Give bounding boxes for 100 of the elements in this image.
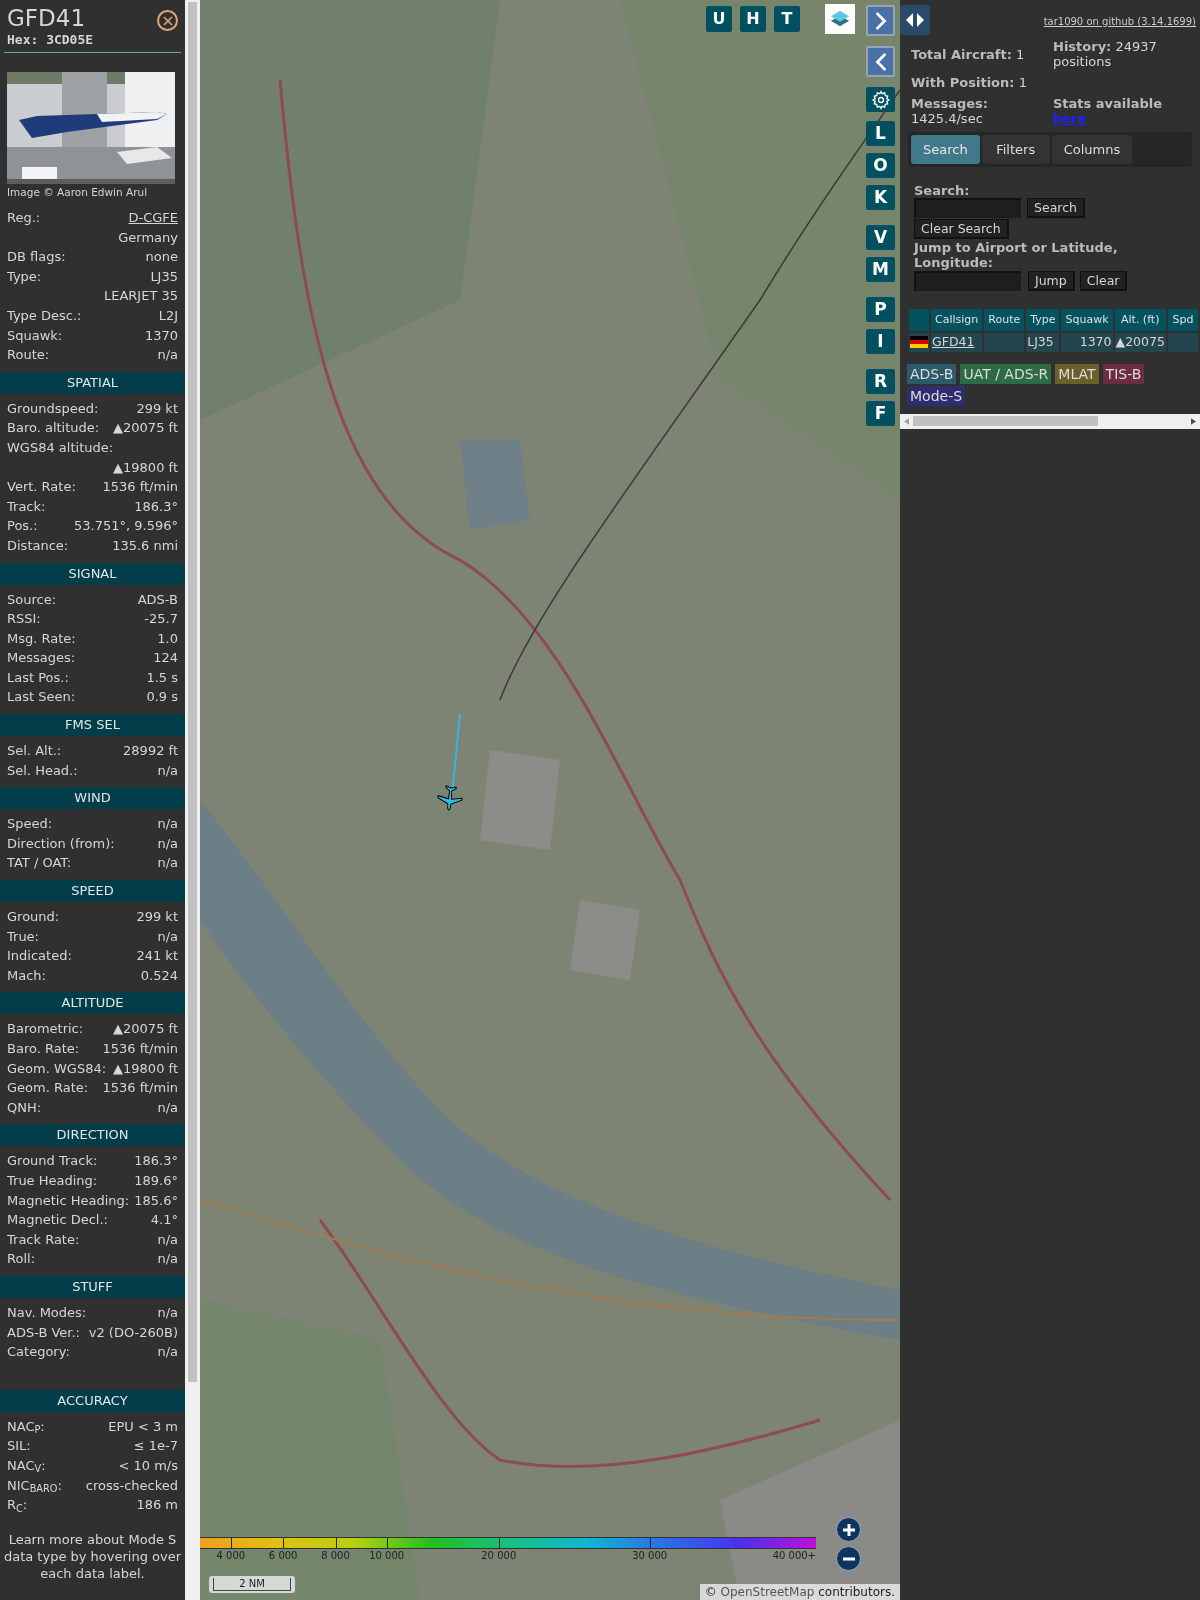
field-value: LJ35 [150, 267, 178, 286]
aircraft-icon[interactable] [436, 784, 464, 812]
field-label: Category: [7, 1343, 70, 1362]
field-label: Ground: [7, 908, 60, 927]
version-link[interactable]: tar1090 on github (3.14.1699) [1043, 14, 1196, 29]
field-value: 0.524 [140, 966, 178, 985]
section-heading: DIRECTION [0, 1124, 185, 1147]
map-toggle-button[interactable]: H [740, 6, 766, 32]
field-value: 28992 ft [123, 742, 178, 761]
map-toggle-button[interactable]: L [866, 121, 895, 146]
scroll-right-icon [1191, 417, 1196, 425]
field-label: Squawk: [7, 326, 63, 345]
search-button[interactable]: Search [1027, 198, 1085, 218]
field-label: Indicated: [7, 947, 72, 966]
map-toggle-button[interactable]: O [866, 153, 895, 178]
next-button[interactable] [866, 5, 895, 36]
search-field[interactable] [914, 198, 1021, 218]
registration-link[interactable]: D-CGFE [128, 208, 178, 228]
field-value: 124 [153, 649, 178, 668]
stats-note: Stats available [1053, 96, 1164, 111]
field-value: n/a [157, 834, 178, 853]
column-header[interactable]: Squawk [1061, 309, 1113, 331]
field-value: cross-checked [85, 1476, 178, 1495]
panel-tab[interactable]: Columns [1051, 135, 1133, 164]
column-header[interactable]: Route [984, 309, 1025, 331]
horizontal-scrollbar[interactable] [900, 413, 1200, 429]
field-label: Geom. Rate: [7, 1079, 89, 1098]
column-header[interactable]: Type [1026, 309, 1060, 331]
previous-button[interactable] [866, 46, 895, 77]
altitude-legend-label: 8 000 [321, 1550, 350, 1562]
field-value: ≤ 1e-7 [133, 1437, 178, 1456]
jump-field[interactable] [914, 271, 1021, 291]
field-label: Mach: [7, 966, 46, 985]
field-label: True Heading: [7, 1171, 98, 1190]
map[interactable]: U H T L O K V M P I R F 4 000 6 000 8 000 10 000 20 000 30 000 40 000+ 2 NM © OpenStreetMap contributors. [200, 0, 900, 1600]
field-label: TAT / OAT: [7, 854, 72, 873]
field-value: n/a [157, 927, 178, 946]
map-toggle-button[interactable]: I [866, 329, 895, 354]
field-value: 1536 ft/min [102, 1079, 178, 1098]
field-label: Groundspeed: [7, 399, 99, 418]
openstreetmap-link[interactable]: OpenStreetMap [720, 1585, 815, 1599]
table-cell: GFD41 [931, 333, 983, 352]
section-heading: WIND [0, 787, 185, 810]
map-toggle-button[interactable]: M [866, 257, 895, 282]
field-label: Track Rate: [7, 1230, 80, 1249]
field-label: DB flags: [7, 248, 66, 267]
map-toggle-button[interactable]: U [706, 6, 732, 32]
close-button[interactable] [157, 10, 178, 31]
field-label: Vert. Rate: [7, 478, 76, 497]
field-label: SIL: [7, 1437, 31, 1456]
column-header[interactable]: Spd [1167, 309, 1198, 331]
field-value: n/a [157, 1343, 178, 1362]
field-value: 4.1° [150, 1211, 178, 1230]
field-value: 1536 ft/min [102, 1040, 178, 1058]
field-label: Distance: [7, 536, 69, 555]
column-header[interactable]: Alt. (ft) [1114, 309, 1166, 331]
panel-toggle-button[interactable] [900, 5, 930, 35]
clear-search-button[interactable]: Clear Search [914, 219, 1009, 239]
altitude-legend-label: 6 000 [268, 1550, 298, 1562]
field-label: RSSI: [7, 610, 41, 629]
field-label: Sel. Head.: [7, 761, 78, 780]
field-label: Ground Track: [7, 1152, 98, 1171]
column-header[interactable]: Callsign [931, 309, 983, 331]
panel-tab[interactable]: Search [911, 135, 980, 164]
map-toggle-button[interactable]: P [866, 297, 895, 322]
field-label: Source: [7, 590, 57, 609]
altitude-legend-label: 10 000 [369, 1550, 405, 1562]
field-label: Barometric: [7, 1020, 84, 1039]
scale-bar: 2 NM [209, 1576, 295, 1593]
panel-tab[interactable]: Filters [981, 135, 1050, 164]
aircraft-callsign: GFD41 [7, 4, 86, 32]
table-cell: ▲20075 [1114, 333, 1166, 352]
clear-button[interactable]: Clear [1079, 271, 1128, 291]
table-cell [984, 333, 1025, 352]
field-value: ▲20075 ft [113, 1020, 178, 1039]
map-toggle-button[interactable]: T [774, 6, 800, 32]
field-label: NIC$_{BARO}$: [7, 1476, 62, 1496]
jump-button[interactable]: Jump [1028, 271, 1075, 291]
field-value: 189.6° [134, 1171, 178, 1190]
altitude-legend-label: 30 000 [632, 1550, 668, 1562]
stat-text: Messages: 1425.4/sec [911, 96, 990, 126]
field-label: Type: [7, 267, 42, 286]
field-value: 1370 [144, 326, 178, 345]
layers-button[interactable] [825, 4, 855, 34]
field-label: QNH: [7, 1098, 42, 1117]
field-label: Geom. WGS84: [7, 1059, 107, 1078]
field-value: 185.6° [134, 1191, 178, 1210]
field-value: -25.7 [144, 610, 178, 629]
field-label: NAC$_{V}$: [7, 1456, 46, 1476]
field-label: Reg.: [7, 209, 41, 227]
map-toggle-button[interactable]: K [866, 185, 895, 210]
field-value: 1536 ft/min [102, 478, 178, 497]
map-toggle-button[interactable]: V [866, 225, 895, 250]
germany-flag-icon [910, 336, 928, 349]
source-legend-tag: Mode-S [907, 385, 966, 406]
map-toggle-button[interactable]: F [866, 401, 895, 426]
field-label: Speed: [7, 815, 53, 834]
settings-button[interactable] [866, 87, 895, 112]
scrollbar[interactable] [185, 0, 200, 1600]
map-toggle-button[interactable]: R [866, 369, 895, 394]
